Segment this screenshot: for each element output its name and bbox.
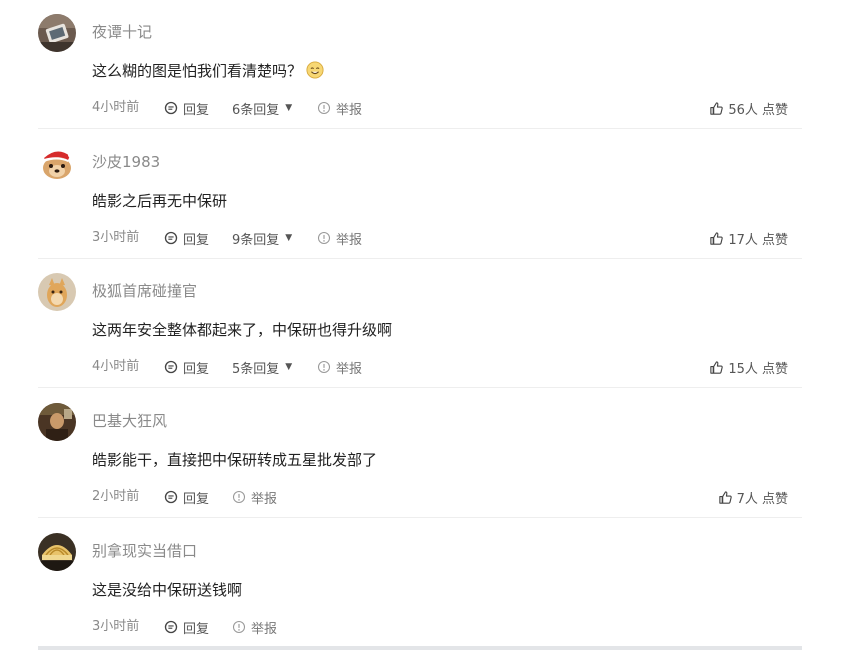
reply-button[interactable]: 回复 [164,228,209,248]
divider [38,128,802,129]
comment-item: 极狐首席碰撞官 这两年安全整体都起来了，中保研也得升级啊 4小时前 回复 5条回… [0,259,852,389]
info-circle-icon [317,231,331,245]
caret-down-icon: ▼ [285,362,293,372]
comment-list: 夜谭十记 这么糊的图是怕我们看清楚吗？ 4小时前 回复 6条回复 ▼ 举报 56… [0,0,852,650]
list-bottom-border [38,646,802,650]
replies-count: 9条回复 [232,232,280,248]
replies-count: 6条回复 [232,102,280,118]
username[interactable]: 极狐首席碰撞官 [92,281,197,301]
info-circle-icon [232,490,246,504]
info-circle-icon [317,360,331,374]
reply-button[interactable]: 回复 [164,98,209,118]
timestamp: 3小时前 [92,230,140,245]
replies-toggle[interactable]: 6条回复 ▼ [232,98,292,118]
replies-toggle[interactable]: 9条回复 ▼ [232,228,292,248]
like-button[interactable]: 17人 点赞 [709,228,788,248]
report-label: 举报 [336,361,363,377]
report-label: 举报 [336,232,363,248]
thumbs-up-icon [710,231,724,245]
comment-text: 这么糊的图是怕我们看清楚吗？ [92,60,324,82]
timestamp: 4小时前 [92,100,140,115]
comment-item: 夜谭十记 这么糊的图是怕我们看清楚吗？ 4小时前 回复 6条回复 ▼ 举报 56… [0,0,852,130]
reply-label: 回复 [183,102,210,118]
caret-down-icon: ▼ [285,103,293,113]
reply-button[interactable]: 回复 [164,617,209,637]
replies-count: 5条回复 [232,361,280,377]
caret-down-icon: ▼ [285,233,293,243]
report-button[interactable]: 举报 [232,617,277,637]
username[interactable]: 沙皮1983 [92,152,160,172]
comment-text: 这是没给中保研送钱啊 [92,581,243,599]
avatar[interactable] [38,533,76,571]
avatar[interactable] [38,144,76,182]
avatar[interactable] [38,14,76,52]
comment-item: 沙皮1983 皓影之后再无中保研 3小时前 回复 9条回复 ▼ 举报 17人 点… [0,130,852,260]
timestamp: 3小时前 [92,619,140,634]
like-count: 56人 点赞 [728,102,788,118]
report-label: 举报 [336,102,363,118]
thumbs-up-icon [710,101,724,115]
replies-toggle[interactable]: 5条回复 ▼ [232,357,292,377]
reply-label: 回复 [183,621,210,637]
comment-bubble-icon [164,620,178,634]
report-button[interactable]: 举报 [317,357,362,377]
like-button[interactable]: 7人 点赞 [718,487,788,507]
like-button[interactable]: 56人 点赞 [709,98,788,118]
avatar[interactable] [38,273,76,311]
timestamp: 4小时前 [92,359,140,374]
comment-bubble-icon [164,360,178,374]
like-count: 15人 点赞 [728,361,788,377]
comment-text: 皓影能干，直接把中保研转成五星批发部了 [92,451,378,469]
username[interactable]: 别拿现实当借口 [92,541,197,561]
username[interactable]: 夜谭十记 [92,22,152,42]
thumbs-up-icon [710,360,724,374]
divider [38,517,802,518]
report-button[interactable]: 举报 [232,487,277,507]
comment-text: 这两年安全整体都起来了，中保研也得升级啊 [92,321,393,339]
comment-text: 皓影之后再无中保研 [92,192,228,210]
reply-label: 回复 [183,361,210,377]
report-button[interactable]: 举报 [317,98,362,118]
avatar[interactable] [38,403,76,441]
report-label: 举报 [251,491,278,507]
thumbs-up-icon [718,490,732,504]
info-circle-icon [232,620,246,634]
comment-text-body: 这么糊的图是怕我们看清楚吗？ [92,62,303,80]
reply-label: 回复 [183,232,210,248]
like-count: 7人 点赞 [736,491,788,507]
report-label: 举报 [251,621,278,637]
like-count: 17人 点赞 [728,232,788,248]
username[interactable]: 巴基大狂风 [92,411,167,431]
reply-button[interactable]: 回复 [164,487,209,507]
reply-button[interactable]: 回复 [164,357,209,377]
comment-bubble-icon [164,231,178,245]
divider [38,387,802,388]
like-button[interactable]: 15人 点赞 [709,357,788,377]
info-circle-icon [317,101,331,115]
smile-emoji-icon [306,61,324,79]
comment-item: 巴基大狂风 皓影能干，直接把中保研转成五星批发部了 2小时前 回复 举报 7人 … [0,389,852,519]
comment-bubble-icon [164,101,178,115]
report-button[interactable]: 举报 [317,228,362,248]
timestamp: 2小时前 [92,489,140,504]
reply-label: 回复 [183,491,210,507]
comment-item: 别拿现实当借口 这是没给中保研送钱啊 3小时前 回复 举报 [0,519,852,649]
comment-bubble-icon [164,490,178,504]
